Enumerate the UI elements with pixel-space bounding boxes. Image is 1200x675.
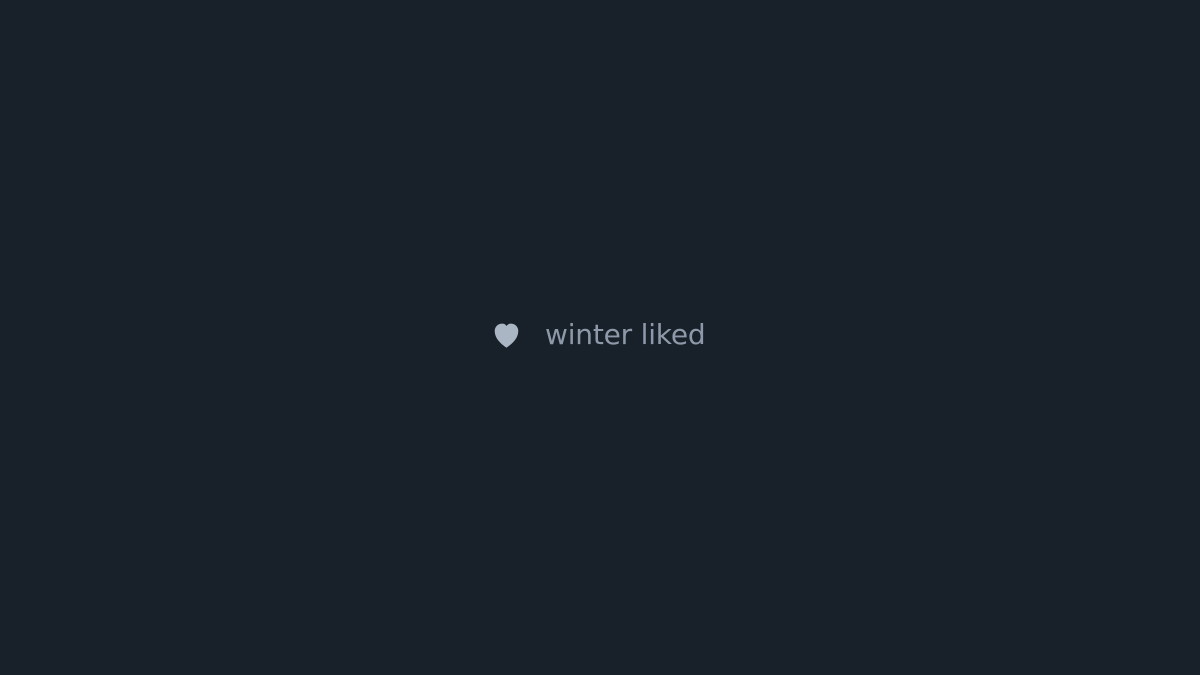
heart-icon <box>492 321 521 349</box>
like-notification: winter liked <box>492 318 706 352</box>
activity-screen: winter liked <box>0 0 1200 675</box>
activity-text: winter liked <box>545 318 706 351</box>
